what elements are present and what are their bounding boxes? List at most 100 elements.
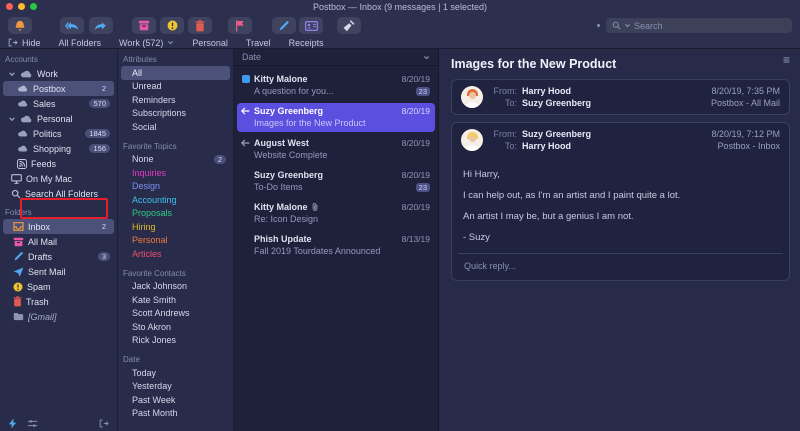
contact-scott-andrews[interactable]: Scott Andrews [121,307,230,321]
favorite-travel[interactable]: Travel [246,38,271,48]
search-field[interactable] [606,18,792,33]
date-today[interactable]: Today [121,366,230,380]
contact-kate-smith[interactable]: Kate Smith [121,293,230,307]
account-postbox[interactable]: Postbox 2 [3,81,114,96]
notifications-bell-icon [14,20,26,32]
hamburger-menu-icon[interactable]: ≡ [783,55,790,65]
quick-reply-field[interactable]: Quick reply... [458,253,783,280]
filter-sliders-icon[interactable] [27,419,38,428]
message-row[interactable]: August West 8/20/19 Website Complete [237,135,435,164]
sweep-button[interactable] [337,17,361,34]
message-row[interactable]: Suzy Greenberg 8/20/19 To-Do Items 23 [237,167,435,196]
unread-badge: 156 [89,144,110,153]
contacts-button[interactable] [299,17,323,34]
delete-button[interactable] [188,17,212,34]
account-sales[interactable]: Sales 570 [3,96,114,111]
hide-favorites-button[interactable]: Hide [8,38,41,48]
unread-badge: 570 [89,99,110,108]
topic-personal[interactable]: Personal [121,234,230,248]
reading-pane: Images for the New Product ≡ From: Harry… [439,49,800,431]
replied-arrow-icon [241,107,250,115]
topic-inquiries[interactable]: Inquiries [121,166,230,180]
quick-post-bolt-icon[interactable] [8,418,17,429]
forward-icon [94,21,108,31]
favorite-work[interactable]: Work (572) [119,38,174,48]
forward-button[interactable] [89,17,113,34]
cloud-account-icon [17,85,29,92]
folder-spam[interactable]: Spam [3,279,114,294]
accounts-sidebar: Accounts Work Postbox 2 Sales 570 Person… [0,49,118,431]
disclosure-chevron-icon[interactable] [8,115,16,123]
favorites-bar: Hide All Folders Work (572) Personal Tra… [0,37,800,49]
toolbar-overflow-button[interactable] [597,24,600,27]
archive-button[interactable] [132,17,156,34]
folder-inbox[interactable]: Inbox 2 [3,219,114,234]
account-feeds[interactable]: Feeds [3,156,114,171]
disclosure-chevron-icon[interactable] [8,70,16,78]
topic-design[interactable]: Design [121,180,230,194]
message-body: Hi Harry, I can help out, as I'm an arti… [452,157,789,243]
monitor-icon [11,174,22,184]
unread-badge: 2 [98,222,110,231]
reply-all-button[interactable] [60,17,84,34]
flag-button[interactable] [228,17,252,34]
message-row-selected[interactable]: Suzy Greenberg 8/20/19 Images for the Ne… [237,103,435,132]
topic-accounting[interactable]: Accounting [121,193,230,207]
search-all-folders[interactable]: Search All Folders [3,186,114,201]
message-row[interactable]: Kitty Malone 8/20/19 A question for you.… [237,71,435,100]
contact-jack-johnson[interactable]: Jack Johnson [121,280,230,294]
favorite-contacts-header: Favorite Contacts [118,266,233,280]
favorite-all-folders[interactable]: All Folders [59,38,102,48]
from-name: Harry Hood [522,86,571,96]
topic-proposals[interactable]: Proposals [121,207,230,221]
pencil-icon [13,251,24,262]
message-row[interactable]: Phish Update 8/13/19 Fall 2019 Tourdates… [237,231,435,260]
archive-icon [13,237,24,247]
account-group-personal[interactable]: Personal [3,111,114,126]
contact-rick-jones[interactable]: Rick Jones [121,334,230,348]
attribute-all[interactable]: All [121,66,230,80]
sort-chevron-icon [423,54,430,61]
topic-articles[interactable]: Articles [121,247,230,261]
folder-trash[interactable]: Trash [3,294,114,309]
to-name: Suzy Greenberg [522,98,591,108]
sidebar-footer [0,415,117,431]
date-past-week[interactable]: Past Week [121,393,230,407]
folder-all-mail[interactable]: All Mail [3,234,114,249]
cloud-account-icon [20,115,33,123]
attribute-social[interactable]: Social [121,120,230,134]
account-politics[interactable]: Politics 1845 [3,126,114,141]
topic-hiring[interactable]: Hiring [121,220,230,234]
compose-button[interactable] [272,17,296,34]
account-group-work[interactable]: Work [3,66,114,81]
date-yesterday[interactable]: Yesterday [121,380,230,394]
account-on-my-mac[interactable]: On My Mac [3,171,114,186]
notifications-button[interactable] [8,17,32,34]
account-shopping[interactable]: Shopping 156 [3,141,114,156]
collapse-sidebar-icon[interactable] [99,419,109,428]
attribute-unread[interactable]: Unread [121,80,230,94]
message-list-sort-header[interactable]: Date [234,49,438,66]
favorite-personal[interactable]: Personal [192,38,228,48]
search-input[interactable] [634,21,786,31]
attribute-subscriptions[interactable]: Subscriptions [121,107,230,121]
folder-drafts[interactable]: Drafts 3 [3,249,114,264]
reply-all-icon [65,21,79,31]
attribute-reminders[interactable]: Reminders [121,93,230,107]
cloud-account-icon [17,130,29,137]
search-icon [612,21,621,30]
folder-sent-mail[interactable]: Sent Mail [3,264,114,279]
message-datetime: 8/20/19, 7:12 PM [711,129,780,139]
message-card-collapsed[interactable]: From: Harry Hood To: Suzy Greenberg 8/20… [451,79,790,115]
message-location: Postbox - Inbox [717,141,780,151]
spam-button[interactable] [160,17,184,34]
folder-gmail[interactable]: [Gmail] [3,309,114,324]
favorite-receipts[interactable]: Receipts [289,38,324,48]
reminder-badge: 23 [416,87,430,96]
message-row[interactable]: Kitty Malone 8/20/19 Re: Icon Design [237,199,435,228]
search-scope-chevron-icon[interactable] [624,22,631,29]
topic-none[interactable]: None 2 [121,153,230,167]
count-badge: 2 [214,155,226,164]
date-past-month[interactable]: Past Month [121,407,230,421]
contact-sto-akron[interactable]: Sto Akron [121,320,230,334]
